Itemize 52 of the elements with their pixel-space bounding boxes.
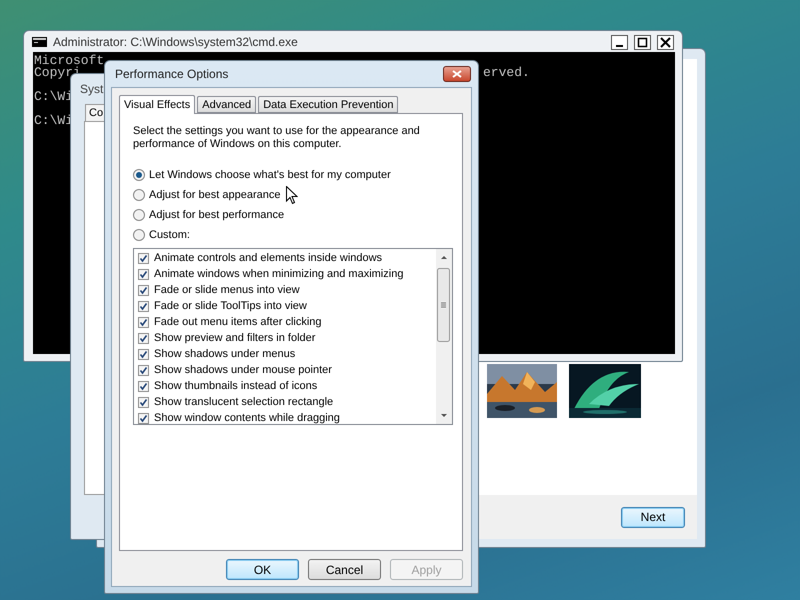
console-text: erved. — [483, 67, 530, 79]
effect-label: Fade or slide ToolTips into view — [154, 300, 307, 312]
minimize-icon[interactable] — [611, 34, 628, 50]
window-title: Syst — [80, 82, 104, 98]
effect-label: Animate controls and elements inside windows — [154, 252, 382, 264]
option-label: Let Windows choose what's best for my computer — [149, 169, 391, 181]
radio-button[interactable] — [133, 209, 145, 221]
checkbox[interactable] — [138, 284, 149, 296]
checkbox[interactable] — [138, 316, 149, 328]
option-label: Adjust for best appearance — [149, 189, 280, 201]
effect-label: Animate windows when minimizing and maximizing — [154, 268, 404, 280]
mouse-pointer-icon — [286, 186, 298, 205]
next-button[interactable]: Next — [621, 506, 685, 528]
checkbox[interactable] — [138, 396, 149, 408]
close-icon — [452, 70, 462, 78]
tab[interactable]: Advanced — [197, 96, 256, 113]
console-text: C:\Wi — [34, 89, 74, 104]
checkbox[interactable] — [138, 268, 149, 280]
radio-button[interactable] — [133, 229, 145, 241]
description-text: Select the settings you want to use for the appearance and performance of Windows on this computer. — [133, 125, 421, 151]
checkbox[interactable] — [138, 380, 149, 392]
window-title: Performance Options — [115, 67, 230, 81]
dialog-button[interactable]: Cancel — [308, 559, 381, 580]
effect-label: Show shadows under menus — [154, 348, 296, 360]
option-label: Custom: — [149, 229, 190, 241]
radio-button[interactable] — [133, 189, 145, 201]
checkbox[interactable] — [138, 300, 149, 312]
option-label: Adjust for best performance — [149, 209, 284, 221]
effect-label: Fade out menu items after clicking — [154, 316, 322, 328]
window-title: Administrator: C:\Windows\system32\cmd.exe — [53, 35, 299, 49]
maximize-icon[interactable] — [634, 34, 651, 50]
close-icon[interactable] — [657, 34, 674, 50]
console-text: C:\Wi — [34, 113, 74, 128]
dialog-button[interactable]: OK — [226, 559, 299, 580]
effect-label: Show translucent selection rectangle — [154, 396, 334, 408]
effect-label: Fade or slide menus into view — [154, 284, 300, 296]
effect-label: Show preview and filters in folder — [154, 332, 316, 344]
checkbox[interactable] — [138, 348, 149, 360]
checkbox[interactable] — [138, 412, 149, 424]
checkbox[interactable] — [138, 252, 149, 264]
checkbox[interactable] — [138, 364, 149, 376]
console-icon — [32, 37, 47, 47]
tab[interactable]: Data Execution Prevention — [258, 96, 398, 113]
console-text: Microsoft — [34, 53, 104, 68]
effect-label: Show window contents while dragging — [154, 412, 340, 424]
tab[interactable]: Visual Effects — [119, 95, 196, 114]
radio-button[interactable] — [133, 169, 145, 181]
close-button[interactable] — [443, 66, 471, 82]
effect-label: Show shadows under mouse pointer — [154, 364, 332, 376]
checkbox[interactable] — [138, 332, 149, 344]
scrollbar[interactable] — [436, 249, 452, 424]
effect-label: Show thumbnails instead of icons — [154, 380, 318, 392]
